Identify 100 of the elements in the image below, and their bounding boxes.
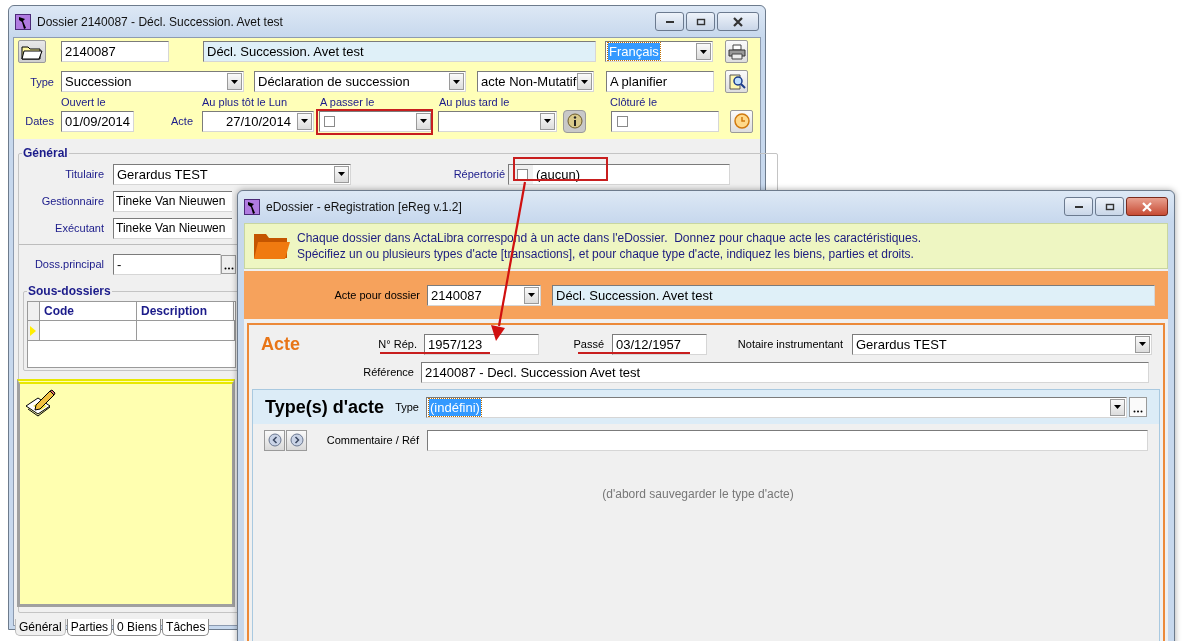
dropdown-button[interactable] bbox=[696, 43, 711, 60]
schedule-button[interactable] bbox=[730, 109, 753, 133]
dropdown-button[interactable] bbox=[449, 73, 464, 90]
next-button[interactable] bbox=[286, 429, 307, 451]
tab[interactable]: Général bbox=[15, 619, 66, 636]
caret-icon bbox=[338, 172, 345, 176]
info-icon bbox=[566, 113, 583, 129]
close-button[interactable] bbox=[717, 12, 759, 31]
parent-label: Doss.principal bbox=[34, 258, 104, 270]
dossier-dropdown[interactable]: 2140087 bbox=[427, 284, 541, 306]
parent-field[interactable]: - bbox=[113, 253, 221, 275]
latest-date-dropdown[interactable] bbox=[438, 110, 557, 132]
search-icon bbox=[727, 73, 746, 90]
maximize-button[interactable] bbox=[686, 12, 715, 31]
closed-date-field[interactable] bbox=[611, 110, 719, 132]
number-field[interactable]: 2140087 bbox=[61, 41, 169, 62]
executor-dropdown[interactable]: Tineke Van Nieuwen bbox=[113, 217, 232, 239]
dropdown-button[interactable] bbox=[577, 73, 593, 90]
window-title: Dossier 2140087 - Décl. Succession. Avet test bbox=[37, 14, 283, 29]
description-field[interactable]: Décl. Succession. Avet test bbox=[203, 41, 596, 62]
dots-icon bbox=[1133, 410, 1143, 413]
tab[interactable]: 0 Biens bbox=[113, 619, 162, 636]
open-folder-button[interactable] bbox=[18, 40, 46, 63]
holder-dropdown[interactable]: Gerardus TEST bbox=[113, 163, 351, 185]
print-button[interactable] bbox=[725, 40, 748, 63]
quill-icon bbox=[15, 13, 31, 30]
quill-icon bbox=[244, 198, 260, 215]
category-dropdown[interactable]: acte Non-Mutatif bbox=[477, 71, 594, 92]
dropdown-button[interactable] bbox=[416, 112, 431, 130]
notary-label: Notaire instrumentant bbox=[737, 338, 843, 350]
checkbox[interactable] bbox=[516, 168, 528, 180]
caret-icon bbox=[420, 119, 427, 123]
closed-label: Clôturé le bbox=[610, 96, 658, 108]
dropdown-button[interactable] bbox=[524, 286, 539, 304]
group-title: Sous-dossiers bbox=[27, 284, 112, 298]
group-title: Général bbox=[22, 146, 69, 160]
comment-field[interactable] bbox=[427, 429, 1148, 451]
type-label: Type bbox=[395, 401, 419, 413]
checkbox[interactable] bbox=[324, 115, 335, 127]
caret-icon bbox=[453, 79, 460, 84]
close-icon bbox=[1141, 201, 1153, 212]
window-title: eDossier - eRegistration [eReg v.1.2] bbox=[266, 199, 462, 214]
repertoire-value: (aucun) bbox=[536, 165, 581, 184]
dropdown-button[interactable] bbox=[540, 112, 555, 130]
dates-label: Dates bbox=[25, 115, 54, 127]
reference-field[interactable]: 2140087 - Decl. Succession Avet test bbox=[421, 361, 1149, 383]
passed-label: Passé bbox=[573, 338, 604, 350]
dropdown-button[interactable] bbox=[1135, 335, 1150, 353]
rep-label: N° Rép. bbox=[378, 338, 417, 350]
dossier-description-field[interactable]: Décl. Succession. Avet test bbox=[552, 284, 1155, 306]
status-field[interactable]: A planifier bbox=[606, 71, 714, 92]
dots-icon bbox=[223, 266, 234, 270]
browse-button[interactable] bbox=[221, 254, 236, 274]
caret-icon bbox=[544, 119, 551, 123]
printer-icon bbox=[727, 43, 746, 60]
folder-icon bbox=[253, 231, 291, 261]
folder-icon bbox=[21, 43, 43, 60]
dropdown-button[interactable] bbox=[334, 165, 349, 183]
manager-dropdown[interactable]: Tineke Van Nieuwen bbox=[113, 190, 232, 212]
search-button[interactable] bbox=[725, 70, 748, 93]
notary-dropdown[interactable]: Gerardus TEST bbox=[852, 333, 1152, 355]
opened-date-field[interactable]: 01/09/2014 bbox=[61, 110, 134, 132]
maximize-button[interactable] bbox=[1095, 197, 1124, 216]
manager-label: Gestionnaire bbox=[41, 195, 104, 207]
dropdown-button[interactable] bbox=[227, 73, 242, 90]
close-button[interactable] bbox=[1126, 197, 1168, 216]
rep-number-field[interactable]: 1957/123 bbox=[424, 333, 539, 355]
earliest-label: Au plus tôt le Lun bbox=[202, 96, 287, 108]
executor-label: Exécutant bbox=[55, 222, 104, 234]
latest-label: Au plus tard le bbox=[439, 96, 510, 108]
caret-icon bbox=[231, 79, 238, 84]
caret-icon bbox=[1114, 405, 1121, 409]
column-header[interactable]: Description bbox=[137, 302, 234, 320]
previous-button[interactable] bbox=[264, 429, 285, 451]
section-title: Type(s) d'acte bbox=[265, 396, 384, 417]
caret-icon bbox=[1139, 342, 1146, 346]
reference-label: Référence bbox=[363, 366, 414, 378]
tab[interactable]: Tâches bbox=[162, 619, 210, 636]
checkbox[interactable] bbox=[617, 115, 628, 127]
opened-label: Ouvert le bbox=[61, 96, 106, 108]
dropdown-button[interactable] bbox=[1110, 398, 1125, 416]
repertoire-field[interactable]: (aucun) bbox=[508, 163, 730, 185]
column-header[interactable]: Code bbox=[40, 302, 137, 320]
info-button[interactable] bbox=[563, 109, 586, 133]
tab[interactable]: Parties bbox=[66, 619, 113, 636]
dropdown-button[interactable] bbox=[297, 112, 312, 130]
type-dropdown[interactable]: Succession bbox=[61, 71, 244, 92]
close-icon bbox=[732, 16, 744, 27]
caret-icon bbox=[581, 79, 589, 84]
minimize-button[interactable] bbox=[655, 12, 684, 31]
clock-icon bbox=[733, 113, 750, 129]
caret-icon bbox=[700, 49, 707, 54]
subtype-dropdown[interactable]: Déclaration de succession bbox=[254, 71, 466, 92]
maximize-icon bbox=[695, 17, 706, 26]
minimize-button[interactable] bbox=[1064, 197, 1093, 216]
caret-icon bbox=[528, 293, 535, 297]
acte-label: Acte bbox=[171, 115, 193, 127]
earliest-date-dropdown[interactable]: 27/10/2014 bbox=[202, 110, 314, 132]
passed-date-field[interactable]: 03/12/1957 bbox=[612, 333, 707, 355]
comment-label: Commentaire / Réf bbox=[326, 434, 419, 446]
